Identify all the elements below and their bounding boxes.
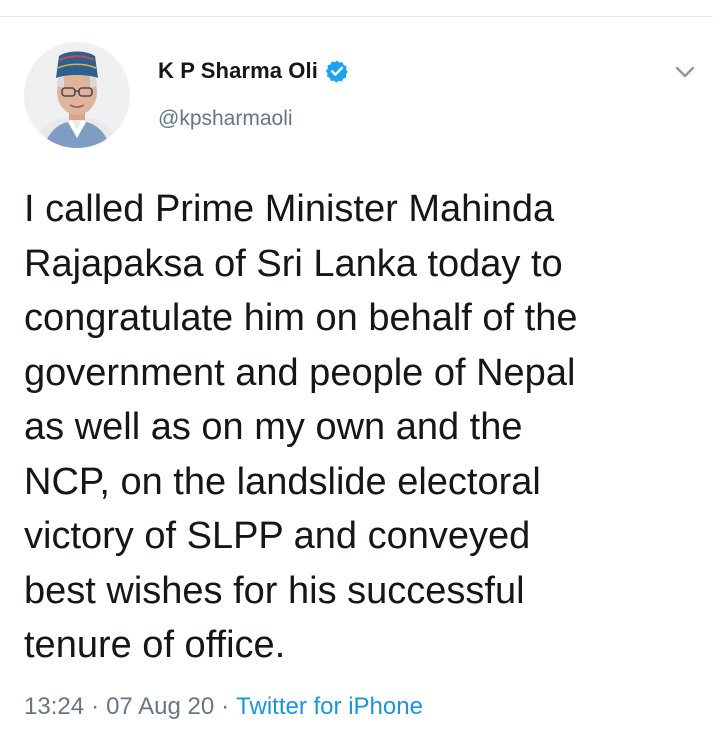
author-display-name[interactable]: K P Sharma Oli — [158, 58, 318, 84]
chevron-down-icon[interactable] — [672, 62, 698, 82]
author-handle[interactable]: @kpsharmaoli — [158, 107, 293, 131]
tweet-meta: 13:24 · 07 Aug 20 · Twitter for iPhone — [24, 693, 423, 721]
verified-badge-icon — [325, 59, 349, 83]
tweet-text: I called Prime Minister Mahinda Rajapaks… — [24, 188, 578, 666]
tweet-source-link[interactable]: Twitter for iPhone — [236, 693, 423, 721]
avatar[interactable] — [24, 42, 130, 148]
tweet: K P Sharma Oli @kpsharmaoli I called Pri… — [0, 0, 713, 746]
avatar-image — [24, 42, 130, 148]
meta-separator: · — [91, 693, 100, 720]
tweet-date[interactable]: 07 Aug 20 — [106, 693, 214, 721]
meta-separator: · — [221, 693, 230, 720]
author-name-row[interactable]: K P Sharma Oli — [158, 56, 349, 86]
tweet-time[interactable]: 13:24 — [24, 693, 84, 721]
